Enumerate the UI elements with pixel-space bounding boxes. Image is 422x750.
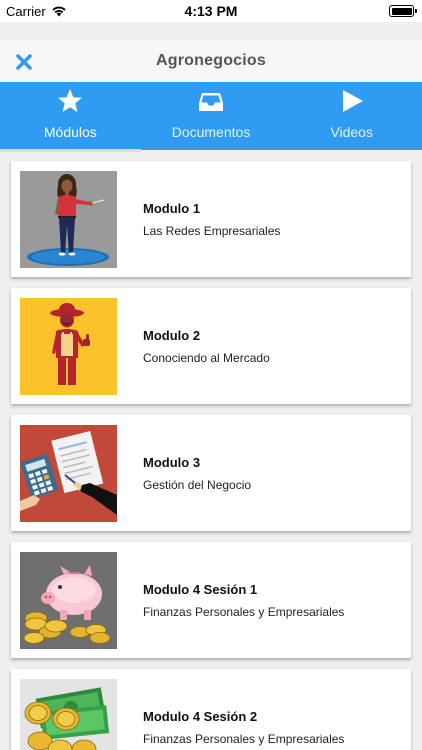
module-card-4[interactable]: Modulo 4 Sesión 1 Finanzas Personales y … xyxy=(11,542,411,658)
close-icon[interactable] xyxy=(14,52,34,72)
battery-icon xyxy=(389,5,417,17)
status-bar: Carrier 4:13 PM xyxy=(0,0,422,22)
module-subtitle: Las Redes Empresariales xyxy=(143,223,281,238)
module-title: Modulo 2 xyxy=(143,327,201,343)
module-subtitle: Gestión del Negocio xyxy=(143,477,252,492)
module-title: Modulo 4 Sesión 1 xyxy=(143,581,258,597)
page-title: Agronegocios xyxy=(156,52,266,69)
module-card-text: Modulo 1 Las Redes Empresariales xyxy=(143,201,280,238)
tab-bar: Módulos Documentos Videos xyxy=(0,82,422,152)
module-title: Modulo 4 Sesión 2 xyxy=(143,708,258,724)
tab-documentos[interactable]: Documentos xyxy=(141,82,282,150)
inbox-icon xyxy=(199,93,223,111)
play-icon xyxy=(342,90,363,112)
farmer-image xyxy=(20,297,117,395)
module-subtitle: Finanzas Personales y Empresariales xyxy=(143,604,345,619)
tab-label-videos: Videos xyxy=(330,124,373,140)
module-subtitle: Finanzas Personales y Empresariales xyxy=(143,731,345,746)
calculator-document-image xyxy=(20,424,117,522)
tab-modulos[interactable]: Módulos xyxy=(0,82,141,152)
module-title: Modulo 3 xyxy=(143,454,201,470)
module-card-text: Modulo 2 Conociendo al Mercado xyxy=(143,328,270,365)
status-left: Carrier xyxy=(6,4,67,19)
nav-header: Agronegocios xyxy=(0,40,422,82)
module-card-2[interactable]: Modulo 2 Conociendo al Mercado xyxy=(11,288,411,404)
piggy-bank-coins-image xyxy=(20,551,117,649)
module-card-text: Modulo 3 Gestión del Negocio xyxy=(143,455,251,492)
active-tab-indicator xyxy=(0,149,141,152)
star-icon xyxy=(58,89,83,112)
carrier-label: Carrier xyxy=(6,3,46,19)
module-card-text: Modulo 4 Sesión 2 Finanzas Personales y … xyxy=(143,709,344,746)
module-card-5[interactable]: Modulo 4 Sesión 2 Finanzas Personales y … xyxy=(11,669,411,750)
module-card-text: Modulo 4 Sesión 1 Finanzas Personales y … xyxy=(143,582,344,619)
tab-label-modulos: Módulos xyxy=(43,124,97,140)
money-coins-image xyxy=(20,678,117,750)
wifi-icon xyxy=(52,6,66,17)
presenter-woman-image xyxy=(20,170,117,268)
module-card-1[interactable]: Modulo 1 Las Redes Empresariales xyxy=(11,161,411,277)
tab-label-documentos: Documentos xyxy=(171,124,251,140)
module-title: Modulo 1 xyxy=(143,200,201,216)
module-card-3[interactable]: Modulo 3 Gestión del Negocio xyxy=(11,415,411,531)
tab-videos[interactable]: Videos xyxy=(281,82,422,150)
module-subtitle: Conociendo al Mercado xyxy=(143,350,270,365)
